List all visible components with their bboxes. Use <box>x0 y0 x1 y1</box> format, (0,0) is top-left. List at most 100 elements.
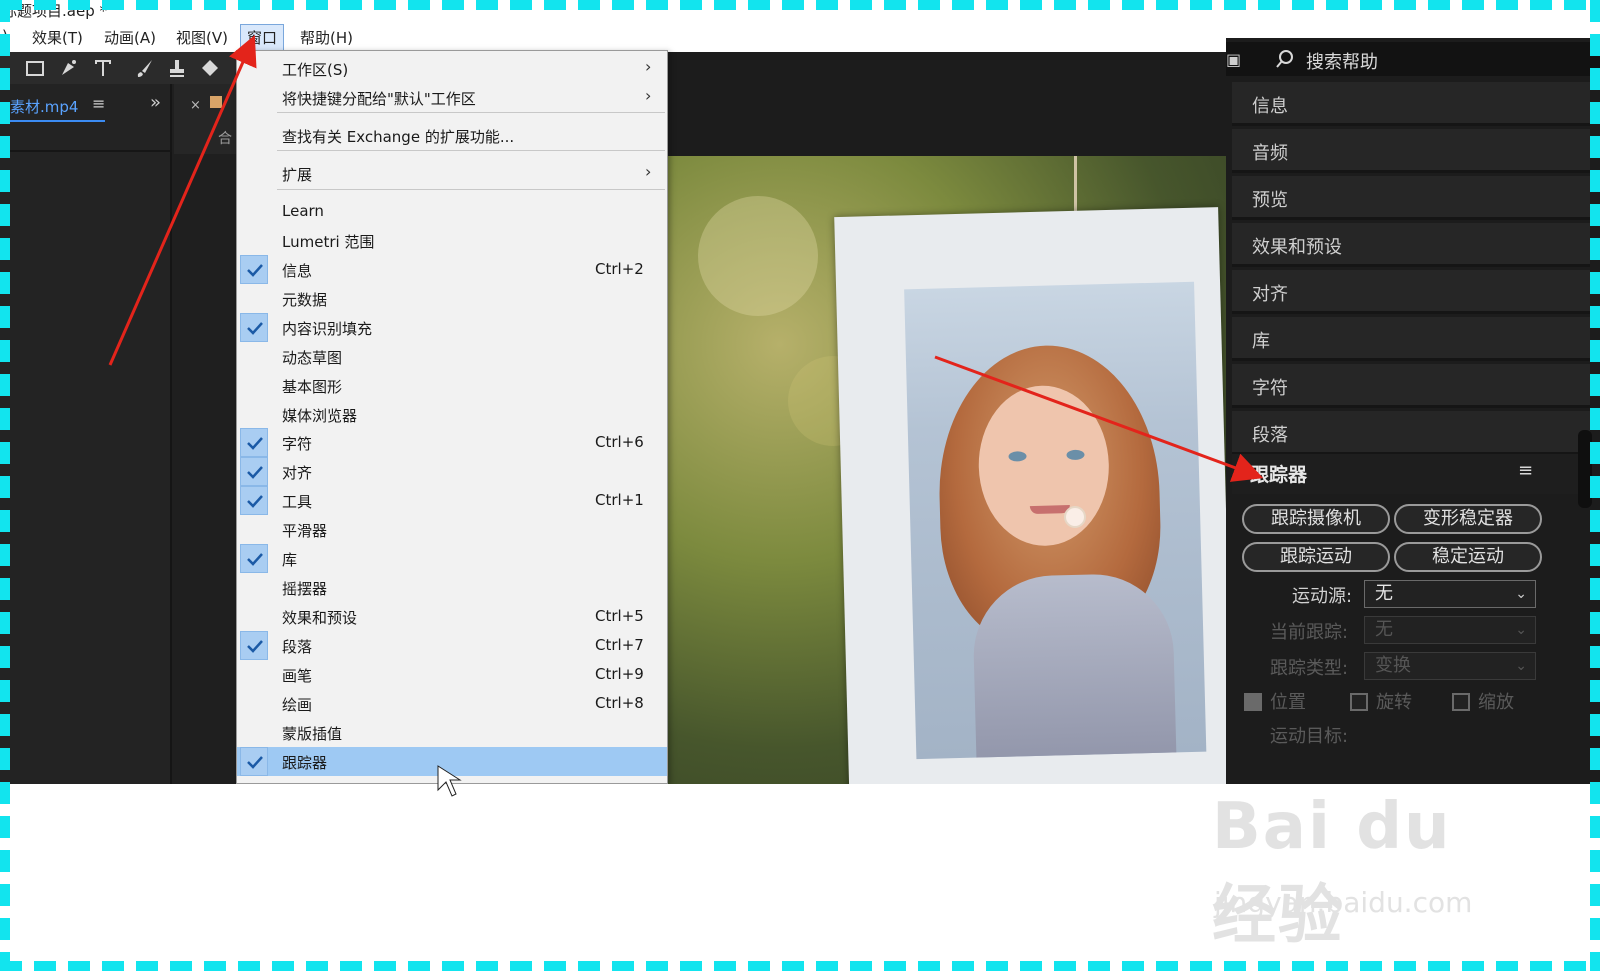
rectangle-tool-icon[interactable] <box>24 57 46 79</box>
menu-item[interactable]: 摇摆器 <box>237 573 667 602</box>
panel-character[interactable]: 字符 <box>1232 364 1590 408</box>
chevron-down-icon: ⌄ <box>1515 622 1527 638</box>
menu-item-label: 基本图形 <box>282 378 343 396</box>
menu-item-label: 字符 <box>282 435 313 453</box>
menu-item[interactable]: 库 <box>237 544 667 573</box>
close-icon[interactable]: × <box>190 98 201 113</box>
menu-item[interactable]: Learn <box>237 197 667 226</box>
position-label: 位置 <box>1270 692 1306 713</box>
clone-stamp-tool-icon[interactable] <box>166 57 188 79</box>
menu-item[interactable]: 工作区(S) › <box>237 54 667 83</box>
panel-effects-presets[interactable]: 效果和预设 <box>1232 223 1590 267</box>
menu-item[interactable]: 媒体浏览器 <box>237 400 667 429</box>
menu-item[interactable]: 将快捷键分配给"默认"工作区 › <box>237 83 667 112</box>
menu-item[interactable]: 跟踪器 <box>237 747 667 776</box>
panel-info[interactable]: 信息 <box>1232 82 1590 126</box>
track-point-icon[interactable] <box>1064 506 1086 528</box>
photo-frame <box>834 207 1226 784</box>
viewer-header <box>668 52 1226 156</box>
checkmark-icon <box>240 631 268 660</box>
checkmark-icon <box>240 544 268 573</box>
workspace-icon[interactable]: ▣ <box>1226 50 1241 69</box>
menu-item-label: 效果和预设 <box>282 609 358 627</box>
menu-help[interactable]: 帮助(H) <box>300 27 353 48</box>
watermark-logo: Bai du 经验 <box>1212 790 1452 953</box>
menu-item[interactable]: 内容识别填充 <box>237 313 667 342</box>
menu-item[interactable]: Lumetri 范围 <box>237 226 667 255</box>
menu-effects[interactable]: 效果(T) <box>32 27 83 48</box>
menu-item[interactable]: 元数据 <box>237 284 667 313</box>
menu-item[interactable]: 信息 Ctrl+2 <box>237 255 667 284</box>
menu-separator <box>277 150 665 151</box>
menu-item-label: 蒙版插值 <box>282 725 343 743</box>
checkmark-icon <box>240 486 268 515</box>
menu-item-label: 画笔 <box>282 667 313 685</box>
track-motion-button[interactable]: 跟踪运动 <box>1242 542 1390 572</box>
menu-separator <box>277 189 665 190</box>
help-search-bar[interactable]: ▣ 搜索帮助 <box>1226 42 1600 76</box>
menu-item-shortcut: Ctrl+8 <box>595 694 644 712</box>
panel-preview[interactable]: 预览 <box>1232 176 1590 220</box>
project-tab-label[interactable]: 素材.mp4 <box>10 96 78 117</box>
right-panel: ▣ 搜索帮助 信息 音频 预览 效果和预设 对齐 库 字符 段落 跟踪器 ≡ 跟… <box>1226 38 1600 784</box>
scale-checkbox[interactable] <box>1452 693 1470 711</box>
menu-item[interactable]: 扩展 › <box>237 159 667 188</box>
menu-item[interactable]: 绘画 Ctrl+8 <box>237 689 667 718</box>
checkmark-icon <box>240 255 268 284</box>
chevron-down-icon: ⌄ <box>1515 586 1527 602</box>
rotation-checkbox[interactable] <box>1350 693 1368 711</box>
menu-item[interactable]: 画笔 Ctrl+9 <box>237 660 667 689</box>
panel-label: 信息 <box>1252 96 1288 117</box>
panel-align[interactable]: 对齐 <box>1232 270 1590 314</box>
search-input[interactable]: 搜索帮助 <box>1306 48 1378 74</box>
current-track-select[interactable]: 无 ⌄ <box>1364 616 1536 644</box>
menu-window[interactable]: 窗口 <box>240 24 285 51</box>
stabilize-motion-button[interactable]: 稳定运动 <box>1394 542 1542 572</box>
brush-tool-icon[interactable] <box>134 57 156 79</box>
motion-source-select[interactable]: 无 ⌄ <box>1364 580 1536 608</box>
menu-item[interactable]: 平滑器 <box>237 515 667 544</box>
pen-tool-icon[interactable] <box>58 57 80 79</box>
panel-library[interactable]: 库 <box>1232 317 1590 361</box>
menu-item[interactable]: 字符 Ctrl+6 <box>237 428 667 457</box>
tracker-menu-icon[interactable]: ≡ <box>1518 460 1533 481</box>
composition-color-swatch <box>210 96 222 108</box>
menu-item[interactable]: 段落 Ctrl+7 <box>237 631 667 660</box>
checkmark-icon <box>240 428 268 457</box>
menu-item[interactable]: 基本图形 <box>237 371 667 400</box>
watermark-url: jingyan.baidu.com <box>1214 886 1473 919</box>
menu-separator <box>277 112 665 113</box>
menu-item[interactable]: 动态草图 <box>237 342 667 371</box>
menu-item-label: 动态草图 <box>282 349 343 367</box>
menu-item[interactable]: 蒙版插值 <box>237 718 667 747</box>
track-camera-button[interactable]: 跟踪摄像机 <box>1242 504 1390 534</box>
menu-item-label: 绘画 <box>282 696 313 714</box>
track-type-select[interactable]: 变换 ⌄ <box>1364 652 1536 680</box>
panel-expand-icon[interactable]: » <box>150 92 161 113</box>
menu-item-label: 将快捷键分配给"默认"工作区 <box>282 90 476 108</box>
dashed-frame-bottom <box>0 961 1600 971</box>
type-tool-icon[interactable] <box>92 57 114 79</box>
tracker-panel-header[interactable]: 跟踪器 ≡ <box>1232 454 1590 494</box>
menu-item-label: 摇摆器 <box>282 580 328 598</box>
menu-item[interactable]: 工具 Ctrl+1 <box>237 486 667 515</box>
panel-audio[interactable]: 音频 <box>1232 129 1590 173</box>
active-tab-underline <box>0 120 105 122</box>
menu-item[interactable]: 查找有关 Exchange 的扩展功能... <box>237 121 667 150</box>
after-effects-window: 标题项目.aep * ) 效果(T) 动画(A) 视图(V) 窗口 帮助(H) <box>0 0 1600 784</box>
page: 标题项目.aep * ) 效果(T) 动画(A) 视图(V) 窗口 帮助(H) <box>0 0 1600 971</box>
menu-item-label: 信息 <box>282 262 313 280</box>
menu-view[interactable]: 视图(V) <box>176 27 228 48</box>
eraser-tool-icon[interactable] <box>198 57 220 79</box>
menu-item[interactable]: 对齐 <box>237 457 667 486</box>
panel-paragraph[interactable]: 段落 <box>1232 411 1590 455</box>
current-track-label: 当前跟踪: <box>1270 622 1349 643</box>
panel-menu-icon[interactable]: ≡ <box>92 94 105 113</box>
menu-item-label: 扩展 <box>282 166 313 184</box>
menu-animation[interactable]: 动画(A) <box>104 27 156 48</box>
current-track-value: 无 <box>1375 619 1393 640</box>
composition-viewer[interactable] <box>668 52 1226 784</box>
warp-stabilizer-button[interactable]: 变形稳定器 <box>1394 504 1542 534</box>
position-checkbox[interactable] <box>1244 693 1262 711</box>
menu-item[interactable]: 效果和预设 Ctrl+5 <box>237 602 667 631</box>
